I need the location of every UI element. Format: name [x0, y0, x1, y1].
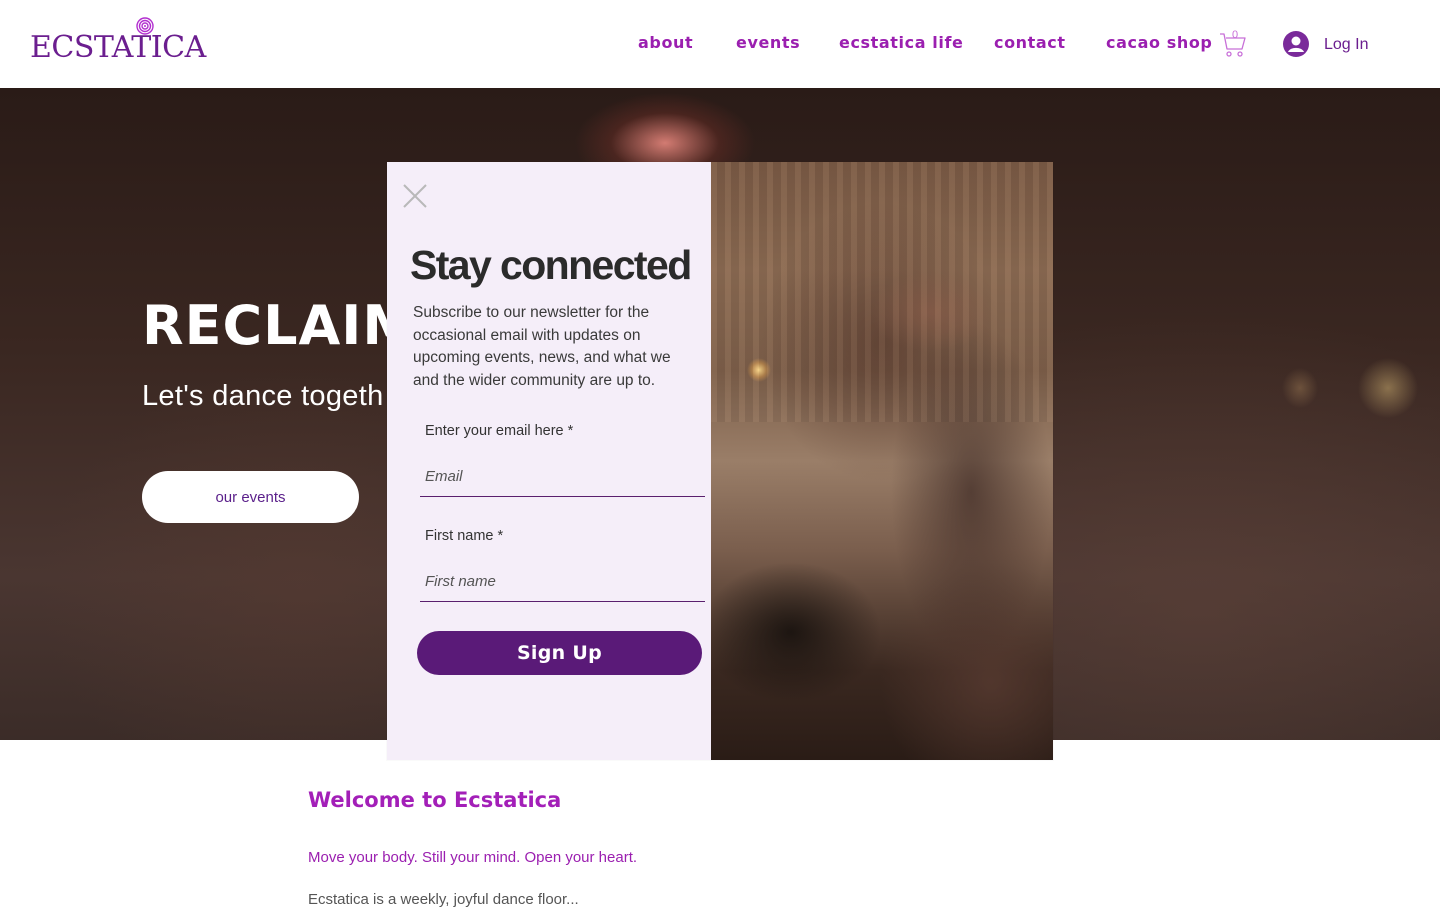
hero-subtitle: Let's dance togeth — [142, 380, 384, 412]
modal-form-panel: Stay connected Subscribe to our newslett… — [387, 162, 711, 760]
sign-up-button[interactable]: Sign Up — [417, 631, 702, 675]
modal-description: Subscribe to our newsletter for the occa… — [413, 304, 671, 389]
site-header: ECSTATICA about events ecstatica life co… — [0, 0, 1440, 88]
site-logo[interactable]: ECSTATICA — [30, 16, 206, 66]
first-name-field[interactable] — [420, 562, 705, 602]
cart-button[interactable]: 0 — [1218, 29, 1248, 58]
modal-photo — [711, 162, 1053, 760]
login-label: Log In — [1324, 36, 1369, 53]
our-events-button[interactable]: our events — [142, 471, 359, 523]
cart-count: 0 — [1231, 29, 1239, 41]
nav-item-contact[interactable]: contact — [994, 33, 1066, 52]
user-avatar-icon — [1283, 31, 1309, 57]
email-field[interactable] — [420, 457, 705, 497]
close-icon[interactable] — [401, 182, 429, 210]
newsletter-modal: Stay connected Subscribe to our newslett… — [387, 162, 1053, 760]
welcome-heading: Welcome to Ecstatica — [308, 788, 562, 812]
logo-text: ECSTATICA — [30, 30, 206, 65]
nav-item-cacao-shop[interactable]: cacao shop — [1106, 33, 1212, 52]
nav-item-events[interactable]: events — [736, 33, 800, 52]
modal-title: Stay connected — [410, 242, 692, 288]
nav-item-ecstatica-life[interactable]: ecstatica life — [839, 33, 963, 52]
nav-item-about[interactable]: about — [638, 33, 693, 52]
tagline: Move your body. Still your mind. Open yo… — [308, 849, 638, 866]
hero-title: RECLAIM — [142, 294, 418, 357]
photo-curtain — [711, 162, 1053, 422]
email-label: Enter your email here * — [425, 423, 574, 439]
first-name-label: First name * — [425, 528, 504, 544]
